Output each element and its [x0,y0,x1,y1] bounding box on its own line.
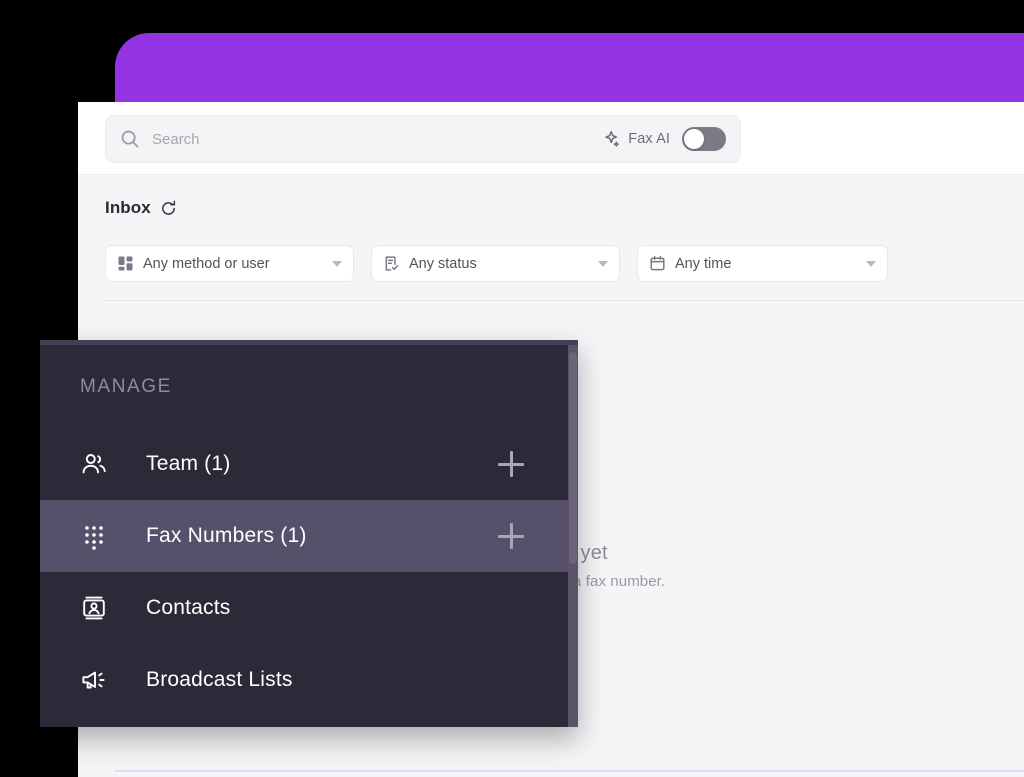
dashboard-grid-icon [117,255,134,272]
fax-ai-control[interactable]: Fax AI [603,127,726,151]
chevron-down-icon [866,260,876,267]
sidebar-item-team[interactable]: Team (1) [40,428,568,500]
sidebar-scrollbar-thumb[interactable] [569,352,577,564]
filter-method-label: Any method or user [143,255,270,272]
bottom-accent-line [115,770,1024,772]
fax-ai-toggle[interactable] [682,127,726,151]
filter-time-label: Any time [675,255,732,272]
filter-method-or-user[interactable]: Any method or user [105,245,354,282]
sidebar-scrollbar[interactable] [568,345,578,727]
search-bar[interactable]: Fax AI [105,115,741,163]
megaphone-icon [80,666,108,694]
people-icon [80,450,108,478]
sidebar-item-fax-numbers[interactable]: Fax Numbers (1) [40,500,568,572]
filter-time[interactable]: Any time [637,245,888,282]
contact-card-icon [80,594,108,622]
inbox-header: Inbox [105,198,177,218]
search-input[interactable] [152,127,596,151]
sidebar-section-title: MANAGE [80,376,172,397]
add-fax-number-button[interactable] [498,523,524,549]
app-header-band: Fax AI [78,102,1024,175]
left-gutter-lower [0,340,40,777]
sidebar-item-contacts[interactable]: Contacts [40,572,568,644]
chevron-down-icon [598,260,608,267]
screenshot-stage: Fax AI Inbox [0,0,1024,777]
sidebar-item-fax-numbers-label: Fax Numbers (1) [146,524,307,547]
fax-ai-toggle-knob [684,129,704,149]
filter-status-label: Any status [409,255,477,272]
calendar-icon [649,255,666,272]
sparkle-icon [603,130,621,148]
search-icon [120,129,140,149]
sidebar-item-team-label: Team (1) [146,452,231,475]
sidebar-item-broadcast-lists-label: Broadcast Lists [146,668,293,691]
sidebar-top-border [40,340,578,345]
dialpad-icon [80,522,108,550]
filter-status[interactable]: Any status [371,245,620,282]
content-divider [105,300,1024,301]
refresh-icon[interactable] [160,200,177,217]
chevron-down-icon [332,260,342,267]
sidebar-item-contacts-label: Contacts [146,596,231,619]
purple-brand-bar [115,33,1024,103]
add-team-member-button[interactable] [498,451,524,477]
sidebar-item-broadcast-lists[interactable]: Broadcast Lists [40,644,568,716]
document-check-icon [383,255,400,272]
fax-ai-label: Fax AI [628,131,670,147]
page-title: Inbox [105,198,151,217]
filter-bar: Any method or user Any status Any time [105,245,888,282]
manage-sidebar: MANAGE Team (1) Fax Numbers (1) Contacts… [40,340,578,727]
